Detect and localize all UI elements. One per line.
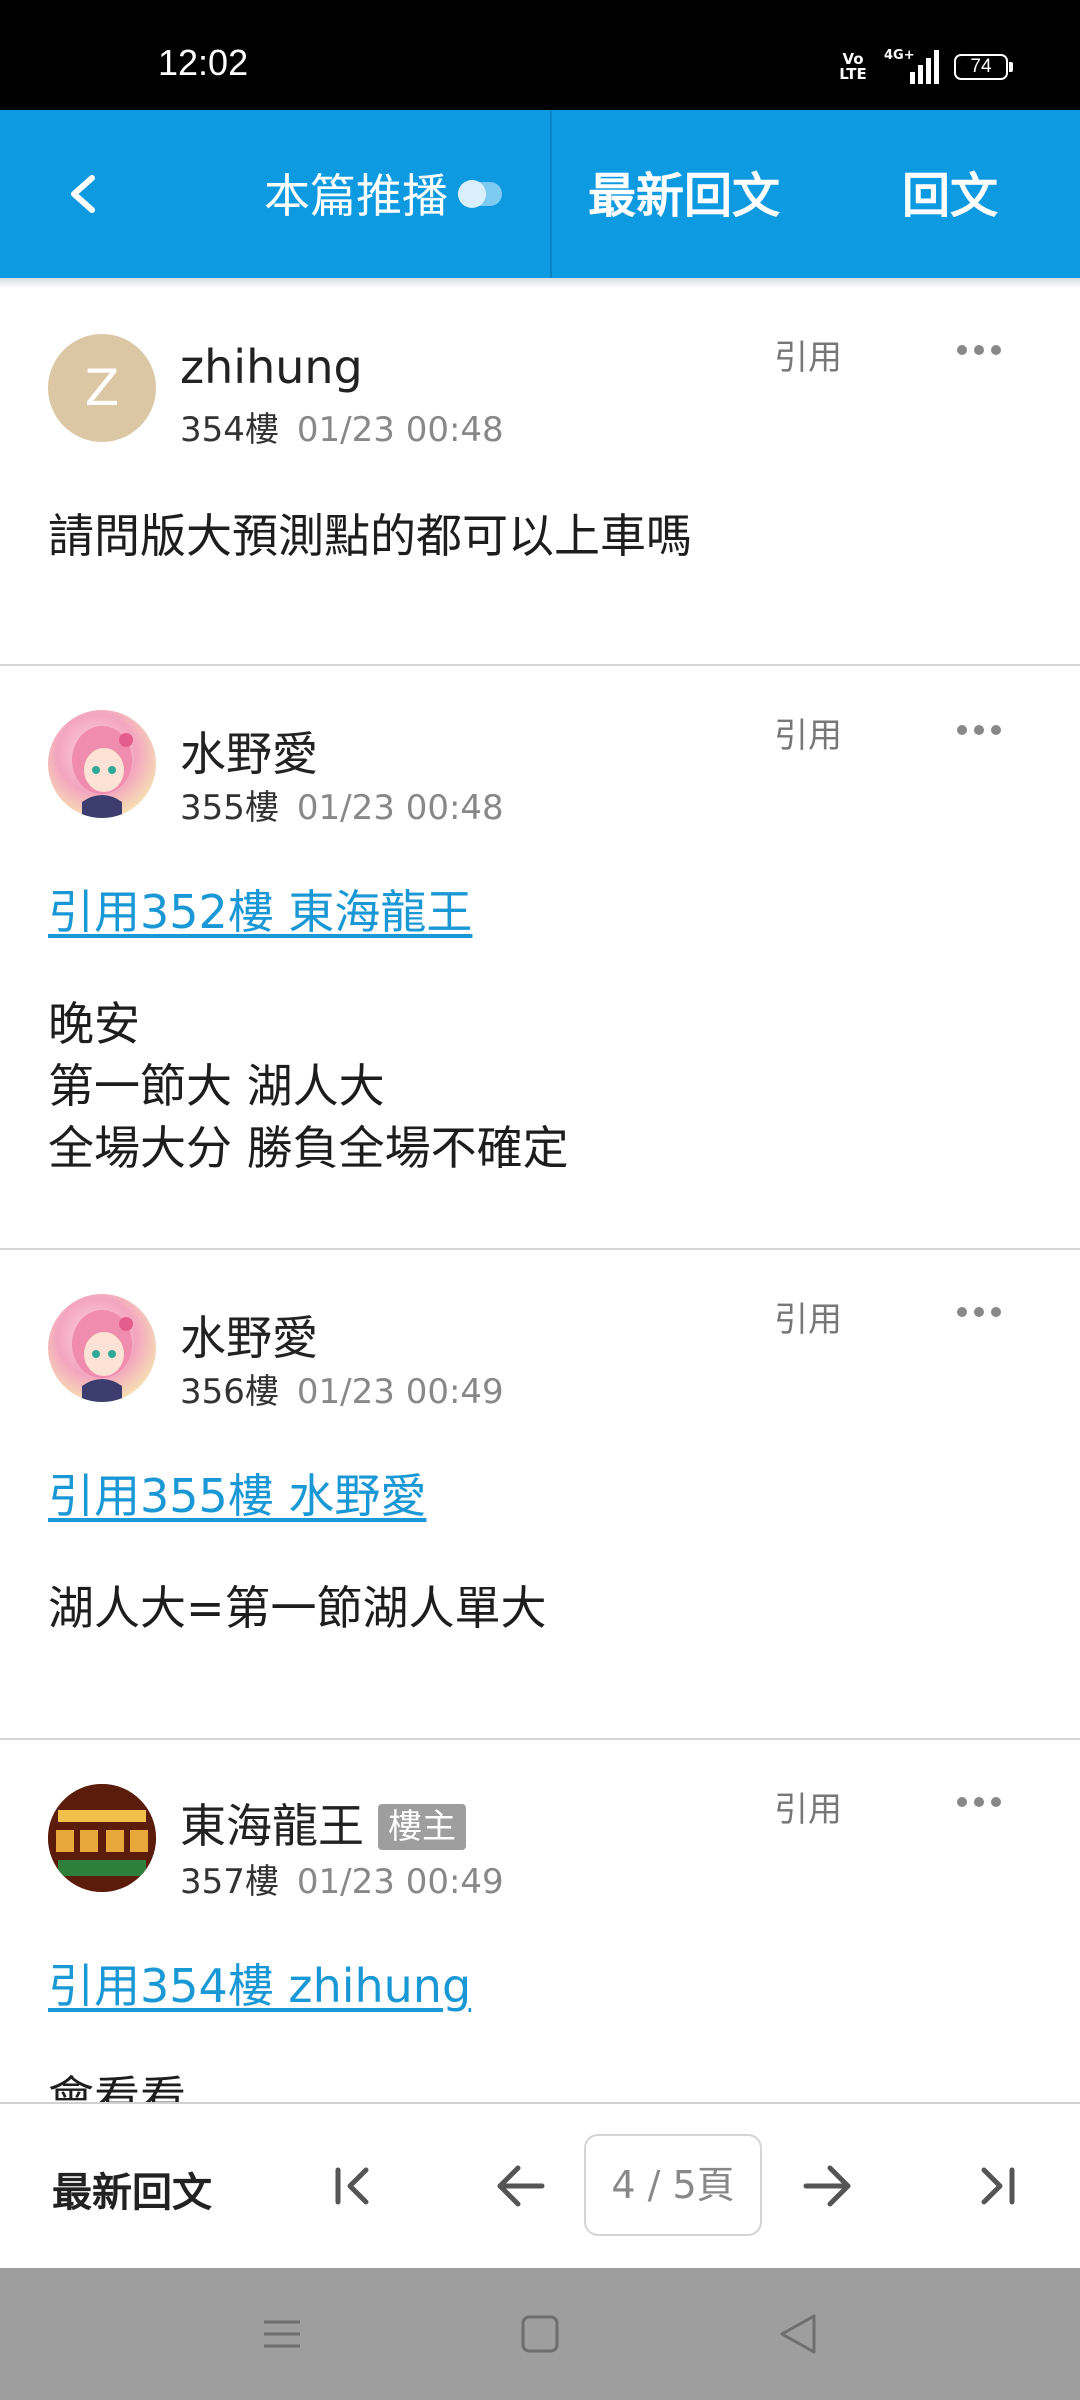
latest-replies-link[interactable]: 最新回文: [52, 2160, 212, 2218]
pagination-bar: 最新回文 4 / 5頁: [0, 2102, 1080, 2270]
game-avatar-image: [48, 1784, 156, 1892]
chevron-left-icon[interactable]: [50, 154, 120, 234]
post-meta: 354樓 01/23 00:48: [180, 402, 504, 451]
top-app-bar: 本篇推播 最新回文 回文: [0, 110, 1080, 278]
anime-avatar-image: [72, 1310, 133, 1402]
post-time: 01/23 00:48: [296, 788, 504, 828]
quote-button[interactable]: 引用: [774, 708, 842, 757]
post-body-line: 湖人大=第一節湖人單大: [48, 1581, 547, 1635]
more-horizontal-icon[interactable]: [956, 344, 1002, 356]
post-time: 01/23 00:48: [296, 410, 504, 450]
post-meta: 355樓 01/23 00:48: [180, 780, 504, 829]
post-time: 01/23 00:49: [296, 1862, 504, 1902]
status-bar: 12:02 Vo LTE 4G+ 74: [0, 0, 1080, 110]
post-author[interactable]: 水野愛: [180, 1302, 318, 1368]
more-horizontal-icon[interactable]: [956, 724, 1002, 736]
avatar[interactable]: [48, 1784, 156, 1892]
avatar-letter: Z: [84, 359, 120, 417]
post-time: 01/23 00:49: [296, 1372, 504, 1412]
post-floor: 354樓: [180, 410, 279, 450]
latest-replies-button[interactable]: 最新回文: [588, 166, 780, 226]
post-body-line: 請問版大預測點的都可以上車嗎: [48, 509, 692, 563]
post-meta: 356樓 01/23 00:49: [180, 1364, 504, 1413]
avatar[interactable]: [48, 710, 156, 818]
post-author[interactable]: 東海龍王 樓主: [180, 1790, 466, 1856]
post-meta: 357樓 01/23 00:49: [180, 1854, 504, 1903]
post-body-line: 晚安: [48, 997, 140, 1051]
avatar[interactable]: Z: [48, 334, 156, 442]
post-body-line: 會看看: [48, 2071, 186, 2102]
nav-back-icon[interactable]: [772, 2308, 824, 2360]
signal-icon: [910, 50, 939, 84]
push-notify-label[interactable]: 本篇推播: [264, 166, 448, 226]
arrow-right-icon[interactable]: [798, 2156, 858, 2216]
arrow-left-icon[interactable]: [490, 2156, 550, 2216]
quote-link[interactable]: 引用354樓 zhihung: [48, 1950, 471, 2016]
anime-avatar-image: [72, 726, 133, 818]
post-item: 東海龍王 樓主 357樓 01/23 00:49 引用 引用354樓 zhihung…: [0, 1740, 1080, 2102]
page-indicator[interactable]: 4 / 5頁: [584, 2134, 762, 2236]
volte-icon: Vo LTE: [839, 50, 867, 83]
quote-link[interactable]: 引用355樓 水野愛: [48, 1460, 426, 1526]
post-floor: 357樓: [180, 1862, 279, 1902]
post-author[interactable]: zhihung: [180, 340, 363, 394]
avatar[interactable]: [48, 1294, 156, 1402]
author-name[interactable]: 東海龍王: [180, 1799, 364, 1853]
last-page-icon[interactable]: [966, 2156, 1026, 2216]
toggle-knob[interactable]: [458, 180, 486, 208]
post-item: Z zhihung 354樓 01/23 00:48 引用 請問版大預測點的都可以…: [0, 288, 1080, 664]
post-author[interactable]: 水野愛: [180, 718, 318, 784]
post-floor: 356樓: [180, 1372, 279, 1412]
post-body-line: 第一節大 湖人大: [48, 1059, 385, 1113]
post-item: 水野愛 356樓 01/23 00:49 引用 引用355樓 水野愛 湖人大=第一…: [0, 1250, 1080, 1738]
battery-tip: [1009, 62, 1013, 72]
menu-icon[interactable]: [256, 2308, 308, 2360]
quote-link[interactable]: 引用352樓 東海龍王: [48, 876, 472, 942]
quote-button[interactable]: 引用: [774, 330, 842, 379]
system-nav-bar: [0, 2268, 1080, 2400]
home-icon[interactable]: [514, 2308, 566, 2360]
appbar-shadow: [0, 278, 1080, 288]
post-floor: 355樓: [180, 788, 279, 828]
status-time: 12:02: [158, 42, 249, 83]
more-horizontal-icon[interactable]: [956, 1796, 1002, 1808]
reply-button[interactable]: 回文: [902, 166, 998, 226]
battery-icon: 74: [954, 54, 1008, 80]
more-horizontal-icon[interactable]: [956, 1306, 1002, 1318]
appbar-divider: [550, 110, 552, 278]
post-body-line: 全場大分 勝負全場不確定: [48, 1121, 569, 1175]
quote-button[interactable]: 引用: [774, 1292, 842, 1341]
first-page-icon[interactable]: [324, 2156, 384, 2216]
op-badge: 樓主: [378, 1804, 466, 1850]
post-item: 水野愛 355樓 01/23 00:48 引用 引用352樓 東海龍王 晚安 第一…: [0, 666, 1080, 1248]
quote-button[interactable]: 引用: [774, 1782, 842, 1831]
